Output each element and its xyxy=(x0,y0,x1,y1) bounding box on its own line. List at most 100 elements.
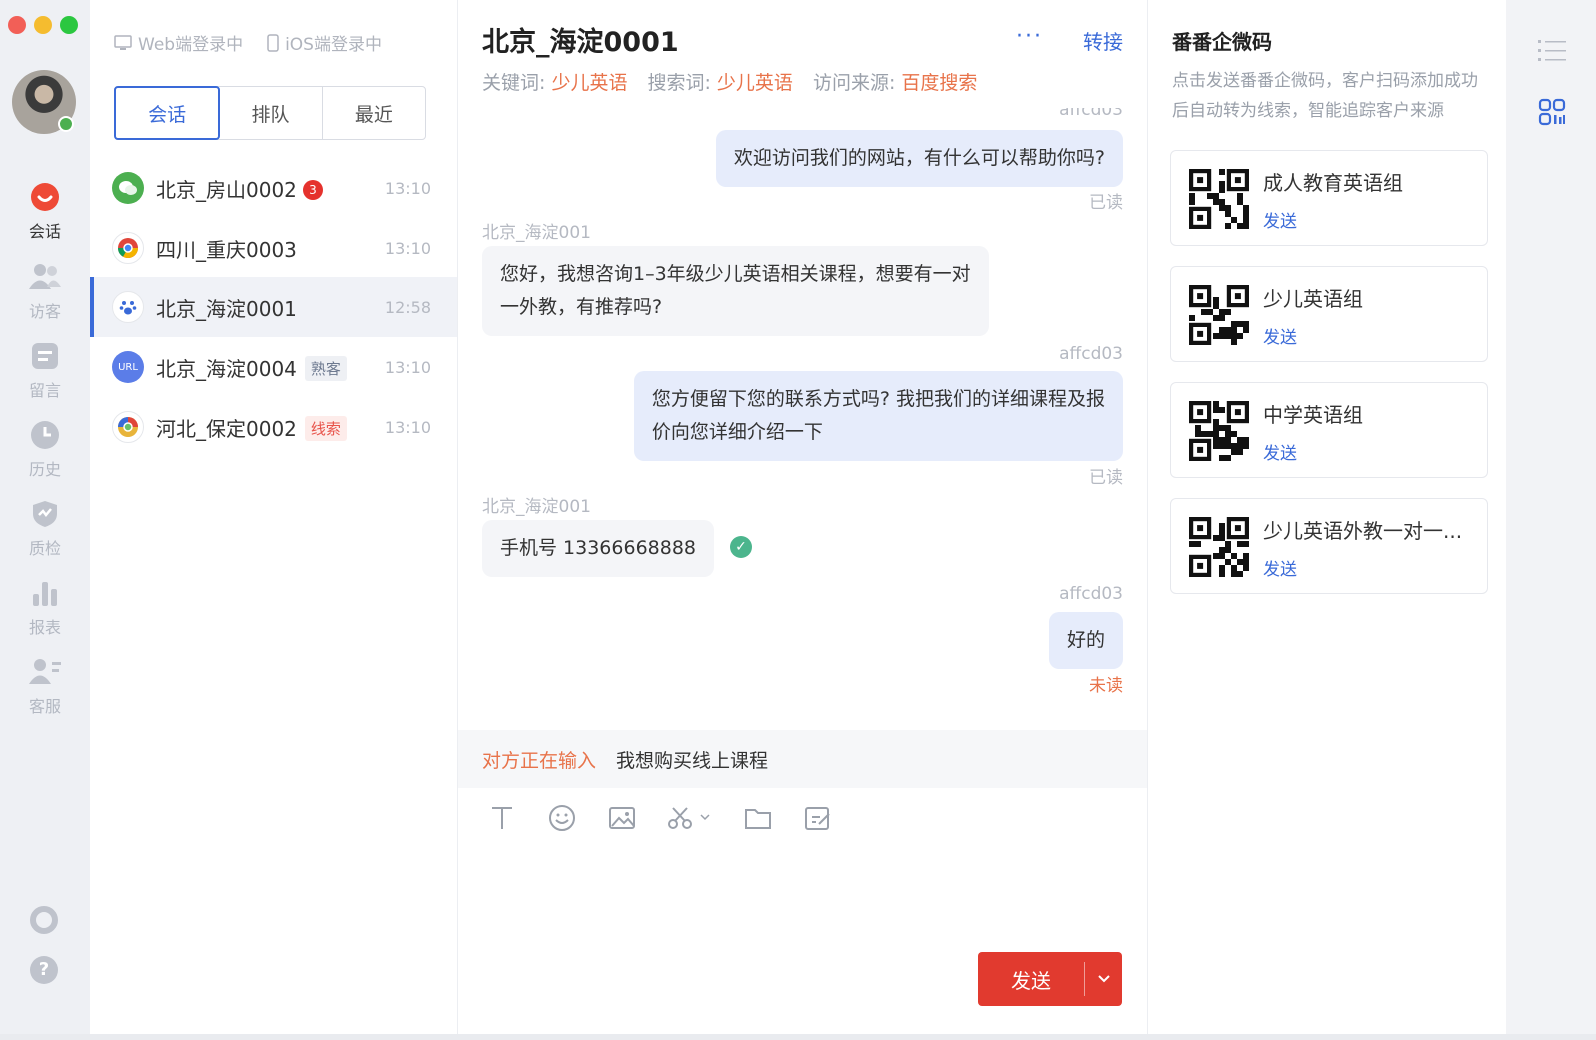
tool-strip xyxy=(1506,0,1596,1040)
list-menu-icon[interactable] xyxy=(1538,38,1566,68)
folder-icon[interactable] xyxy=(742,802,774,834)
returning-customer-tag: 熟客 xyxy=(304,355,347,381)
message-bubble-out: 欢迎访问我们的网站，有什么可以帮助你吗? xyxy=(715,130,1123,187)
emoji-icon[interactable] xyxy=(546,802,578,834)
nav-label: 访客 xyxy=(28,302,61,321)
close-window-button[interactable] xyxy=(8,16,26,34)
qr-card-name: 少儿英语组 xyxy=(1263,287,1363,311)
qr-send-button[interactable]: 发送 xyxy=(1263,555,1297,580)
qr-card: 少儿英语外教一对一... 发送 xyxy=(1170,498,1488,594)
qr-send-button[interactable]: 发送 xyxy=(1263,439,1297,464)
chrome-color-icon xyxy=(112,411,144,443)
nav-label: 客服 xyxy=(28,697,61,716)
agent-icon xyxy=(28,655,62,689)
qr-grid-icon[interactable] xyxy=(1538,98,1566,130)
session-name: 四川_重庆0003 xyxy=(156,237,297,262)
wecom-code-panel: 番番企微码 点击发送番番企微码，客户扫码添加成功后自动转为线索，智能追踪客户来源… xyxy=(1148,0,1506,1034)
send-button[interactable]: 发送 xyxy=(978,952,1122,1006)
session-time: 13:10 xyxy=(384,357,431,377)
session-tabs: 会话 排队 最近 xyxy=(114,86,426,140)
message-icon xyxy=(28,339,62,373)
screenshot-scissors-icon[interactable] xyxy=(666,802,714,834)
maximize-window-button[interactable] xyxy=(60,16,78,34)
chat-title: 北京_海淀0001 xyxy=(482,27,679,58)
qr-send-button[interactable]: 发送 xyxy=(1263,207,1297,232)
session-list-panel: Web端登录中 iOS端登录中 会话 排队 最近 北京_房山0002 3 13:1… xyxy=(90,0,458,1034)
baidu-paw-icon xyxy=(112,291,144,323)
session-time: 12:58 xyxy=(384,297,431,317)
web-login-status: Web端登录中 xyxy=(114,30,243,55)
nav-label: 留言 xyxy=(28,381,61,400)
nav-item-quality[interactable]: 质检 xyxy=(0,497,90,567)
message-bubble-in: 手机号 13366668888 xyxy=(482,520,715,577)
session-name: 北京_房山0002 3 xyxy=(156,174,323,203)
image-icon[interactable] xyxy=(606,802,638,834)
qr-code-icon xyxy=(1189,169,1249,229)
nav-item-visitors[interactable]: 访客 xyxy=(0,260,90,330)
session-name: 北京_海淀0001 xyxy=(156,296,297,321)
shield-icon xyxy=(28,497,62,531)
message-bubble-out: 好的 xyxy=(1048,612,1123,669)
nav-label: 历史 xyxy=(28,460,61,479)
nav-label: 质检 xyxy=(28,539,61,558)
chat-panel: 北京_海淀0001 ··· 转接 关键词: 少儿英语 搜索词: 少儿英语 访问来… xyxy=(458,0,1148,1034)
nav-item-history[interactable]: 历史 xyxy=(0,418,90,488)
verified-check-icon: ✓ xyxy=(730,536,752,558)
tab-chat[interactable]: 会话 xyxy=(114,86,221,140)
edit-note-icon[interactable] xyxy=(802,802,834,834)
typing-preview: 我想购买线上课程 xyxy=(616,749,769,772)
session-time: 13:10 xyxy=(384,417,431,437)
text-format-icon[interactable] xyxy=(486,802,518,834)
message-sender: affcd03 xyxy=(1059,584,1123,604)
more-button[interactable]: ··· xyxy=(1016,24,1043,49)
minimize-window-button[interactable] xyxy=(34,16,52,34)
chat-bubble-icon xyxy=(28,180,62,214)
qr-card: 成人教育英语组 发送 xyxy=(1170,150,1488,246)
monitor-icon xyxy=(114,34,132,50)
qr-card: 中学英语组 发送 xyxy=(1170,382,1488,478)
tab-queue[interactable]: 排队 xyxy=(219,87,323,139)
nav-item-chat[interactable]: 会话 xyxy=(0,180,90,250)
typing-label: 对方正在输入 xyxy=(482,749,597,772)
send-label: 发送 xyxy=(1011,968,1051,993)
message-sender: 北京_海淀001 xyxy=(482,497,591,517)
help-icon[interactable]: ? xyxy=(30,956,58,984)
transfer-button[interactable]: 转接 xyxy=(1083,26,1123,55)
nav-item-message[interactable]: 留言 xyxy=(0,339,90,409)
search-meta: 搜索词: 少儿英语 xyxy=(647,72,793,94)
online-status-dot xyxy=(58,116,74,132)
source-meta: 访问来源: 百度搜索 xyxy=(812,72,978,94)
session-item[interactable]: URL 北京_海淀0004 熟客 13:10 xyxy=(90,337,457,397)
qr-code-icon xyxy=(1189,401,1249,461)
session-item[interactable]: 河北_保定0002 线索 13:10 xyxy=(90,397,457,457)
session-item-selected[interactable]: 北京_海淀0001 12:58 xyxy=(90,277,457,337)
tab-recent[interactable]: 最近 xyxy=(323,87,425,139)
nav-rail: 会话 访客 留言 历史 质检 报表 客服 ? xyxy=(0,0,90,1040)
session-item[interactable]: 四川_重庆0003 13:10 xyxy=(90,218,457,278)
message-bubble-out: 您方便留下您的联系方式吗? 我把我们的详细课程及报 价向您详细介绍一下 xyxy=(633,371,1123,461)
window-bottom-edge xyxy=(0,1034,1596,1040)
qr-card-name: 成人教育英语组 xyxy=(1263,171,1403,195)
nav-item-agent[interactable]: 客服 xyxy=(0,655,90,725)
settings-icon[interactable] xyxy=(30,906,58,934)
bar-chart-icon xyxy=(28,576,62,610)
nav-label: 会话 xyxy=(28,222,61,241)
login-status-row: Web端登录中 iOS端登录中 xyxy=(114,30,382,55)
session-name: 河北_保定0002 线索 xyxy=(156,413,347,442)
qr-send-button[interactable]: 发送 xyxy=(1263,323,1297,348)
message-area: affcd03 欢迎访问我们的网站，有什么可以帮助你吗? 已读 北京_海淀001… xyxy=(458,108,1147,720)
chevron-down-icon[interactable] xyxy=(1085,974,1122,984)
read-status: 已读 xyxy=(1089,468,1123,488)
session-item[interactable]: 北京_房山0002 3 13:10 xyxy=(90,158,457,218)
composer-toolbar xyxy=(486,802,834,834)
qr-code-icon xyxy=(1189,285,1249,345)
keyword-meta: 关键词: 少儿英语 xyxy=(482,72,628,94)
wechat-icon xyxy=(112,172,144,204)
panel-title: 番番企微码 xyxy=(1172,30,1272,54)
nav-item-report[interactable]: 报表 xyxy=(0,576,90,646)
qr-card-name: 少儿英语外教一对一... xyxy=(1263,519,1463,543)
phone-icon xyxy=(267,33,279,52)
panel-description: 点击发送番番企微码，客户扫码添加成功后自动转为线索，智能追踪客户来源 xyxy=(1172,71,1478,121)
ios-login-status: iOS端登录中 xyxy=(267,30,382,55)
lead-tag: 线索 xyxy=(304,415,347,441)
